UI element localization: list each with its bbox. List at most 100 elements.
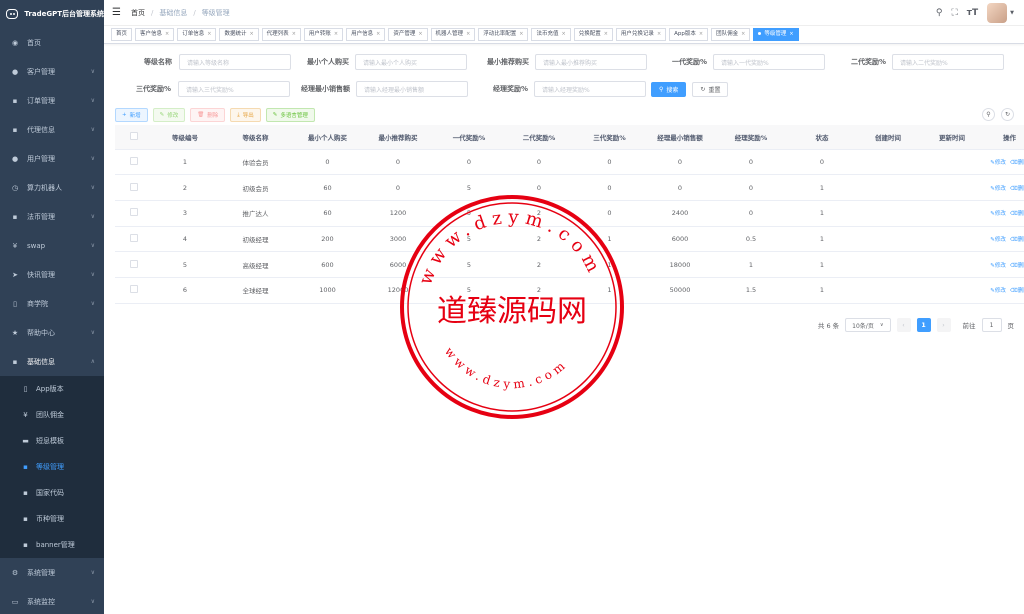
table-row[interactable]: 1体验会员00000000✎修改⌫删除 bbox=[115, 149, 1024, 176]
toggle-search-icon[interactable]: ⚲ bbox=[982, 108, 995, 121]
row-delete-button[interactable]: ⌫删除 bbox=[1010, 263, 1024, 269]
row-edit-button[interactable]: ✎修改 bbox=[990, 186, 1006, 192]
tag-item[interactable]: 数据统计 × bbox=[219, 28, 259, 41]
checkbox[interactable] bbox=[129, 182, 138, 191]
sidebar-subitem-level-management[interactable]: ▪ 等级管理 bbox=[0, 454, 104, 480]
edit-button[interactable]: ✎ 修改 bbox=[152, 108, 186, 122]
sidebar-subitem-country-code[interactable]: ▪ 国家代码 bbox=[0, 480, 104, 506]
close-icon[interactable]: × bbox=[604, 31, 608, 37]
sidebar-item-customers[interactable]: ● 客户管理 ∨ bbox=[0, 57, 104, 86]
row-delete-button[interactable]: ⌫删除 bbox=[1010, 237, 1024, 243]
brand[interactable]: TradeGPT后台管理系统 bbox=[0, 0, 104, 28]
row-checkbox-cell[interactable] bbox=[115, 174, 152, 201]
breadcrumb-home[interactable]: 首页 bbox=[131, 8, 145, 18]
tag-item[interactable]: 用户信息 × bbox=[346, 28, 386, 41]
delete-button[interactable]: 🗑 删除 bbox=[190, 108, 226, 122]
sidebar-subitem-app-version[interactable]: ▯ App版本 bbox=[0, 376, 104, 402]
table-row[interactable]: 5高级经理60060005211800011✎修改⌫删除 bbox=[115, 251, 1024, 278]
caret-down-icon[interactable]: ▼ bbox=[1010, 10, 1014, 16]
close-icon[interactable]: × bbox=[207, 31, 211, 37]
avatar[interactable] bbox=[987, 3, 1008, 23]
tag-item-active[interactable]: 等级管理 × bbox=[753, 28, 799, 41]
row-checkbox-cell[interactable] bbox=[115, 149, 152, 176]
row-checkbox-cell[interactable] bbox=[115, 251, 152, 278]
row-edit-button[interactable]: ✎修改 bbox=[990, 263, 1006, 269]
tag-item[interactable]: 客户信息 × bbox=[135, 28, 175, 41]
close-icon[interactable]: × bbox=[741, 31, 745, 37]
checkbox[interactable] bbox=[129, 233, 138, 242]
sidebar-item-help[interactable]: ★ 帮助中心 ∨ bbox=[0, 318, 104, 347]
sidebar-item-academy[interactable]: ▯ 商学院 ∨ bbox=[0, 289, 104, 318]
row-edit-button[interactable]: ✎修改 bbox=[990, 237, 1006, 243]
tag-item[interactable]: 用户兑换记录 × bbox=[615, 28, 667, 41]
first-reward-input[interactable]: 请输入一代奖励% bbox=[713, 54, 825, 70]
sidebar-item-agents[interactable]: ▪ 代理信息 ∨ bbox=[0, 115, 104, 144]
tag-item[interactable]: 团队佣金 × bbox=[711, 28, 751, 41]
sidebar-item-system[interactable]: ⚙ 系统管理 ∨ bbox=[0, 558, 104, 587]
row-edit-button[interactable]: ✎修改 bbox=[990, 160, 1006, 166]
row-delete-button[interactable]: ⌫删除 bbox=[1010, 211, 1024, 217]
checkbox[interactable] bbox=[129, 131, 138, 140]
search-icon[interactable]: ⚲ bbox=[936, 8, 943, 18]
table-row[interactable]: 6全球经理100012000521500001.51✎修改⌫删除 bbox=[115, 277, 1024, 304]
close-icon[interactable]: × bbox=[789, 31, 793, 37]
row-checkbox-cell[interactable] bbox=[115, 226, 152, 253]
close-icon[interactable]: × bbox=[699, 31, 703, 37]
tag-item[interactable]: 用户转账 × bbox=[303, 28, 344, 41]
row-edit-button[interactable]: ✎修改 bbox=[990, 211, 1006, 217]
close-icon[interactable]: × bbox=[165, 31, 169, 37]
second-reward-input[interactable]: 请输入二代奖励% bbox=[892, 54, 1004, 70]
close-icon[interactable]: × bbox=[562, 31, 566, 37]
row-delete-button[interactable]: ⌫删除 bbox=[1010, 186, 1024, 192]
sidebar-subitem-currency[interactable]: ▪ 币种管理 bbox=[0, 506, 104, 532]
reset-button[interactable]: ↻ 重置 bbox=[692, 81, 729, 97]
table-row[interactable]: 4初级经理200300052160000.51✎修改⌫删除 bbox=[115, 226, 1024, 253]
next-page-button[interactable]: › bbox=[936, 318, 951, 332]
tag-item[interactable]: 订单信息 × bbox=[177, 28, 217, 41]
sidebar-item-robots[interactable]: ◷ 算力机器人 ∨ bbox=[0, 173, 104, 202]
tag-item[interactable]: 首页 bbox=[111, 28, 133, 41]
row-edit-button[interactable]: ✎修改 bbox=[990, 288, 1006, 294]
sidebar-subitem-sms-template[interactable]: ▬ 短息模板 bbox=[0, 428, 104, 454]
close-icon[interactable]: × bbox=[292, 31, 296, 37]
tag-item[interactable]: 浮动比率配置 × bbox=[478, 28, 529, 41]
tag-item[interactable]: 机器人管理 × bbox=[430, 28, 476, 41]
close-icon[interactable]: × bbox=[519, 31, 523, 37]
sidebar-item-swap[interactable]: ¥ swap ∨ bbox=[0, 231, 104, 260]
table-row[interactable]: 2初级会员600500001✎修改⌫删除 bbox=[115, 174, 1024, 201]
sidebar-item-news[interactable]: ➤ 快讯管理 ∨ bbox=[0, 260, 104, 289]
close-icon[interactable]: × bbox=[376, 31, 380, 37]
sidebar-item-fiat[interactable]: ▪ 法币管理 ∨ bbox=[0, 202, 104, 231]
checkbox[interactable] bbox=[129, 285, 138, 294]
sidebar-item-home[interactable]: ◉ 首页 bbox=[0, 28, 104, 57]
prev-page-button[interactable]: ‹ bbox=[896, 318, 911, 332]
min-personal-input[interactable]: 请输入最小个人购买 bbox=[355, 54, 467, 70]
sidebar-item-orders[interactable]: ▪ 订单管理 ∨ bbox=[0, 86, 104, 115]
hamburger-icon[interactable]: ☰ bbox=[112, 7, 121, 18]
min-referral-input[interactable]: 请输入最小推荐购买 bbox=[535, 54, 647, 70]
fullscreen-icon[interactable]: ⛶ bbox=[951, 8, 957, 18]
sidebar-item-monitor[interactable]: ▭ 系统监控 ∨ bbox=[0, 587, 104, 614]
third-reward-input[interactable]: 请输入三代奖励% bbox=[178, 81, 290, 97]
search-button[interactable]: ⚲ 搜索 bbox=[651, 81, 687, 97]
tag-item[interactable]: 兑换配置 × bbox=[573, 28, 613, 41]
checkbox[interactable] bbox=[129, 259, 138, 268]
multilang-button[interactable]: ✎ 多语言管理 bbox=[265, 108, 315, 122]
add-button[interactable]: + 新增 bbox=[115, 108, 148, 122]
row-checkbox-cell[interactable] bbox=[115, 277, 152, 304]
tag-item[interactable]: 资产管理 × bbox=[388, 28, 428, 41]
sidebar-subitem-team-commission[interactable]: ¥ 团队佣金 bbox=[0, 402, 104, 428]
export-button[interactable]: ⤓ 导出 bbox=[230, 108, 261, 122]
checkbox[interactable] bbox=[129, 156, 138, 165]
sidebar-subitem-banner[interactable]: ▪ banner管理 bbox=[0, 532, 104, 558]
row-delete-button[interactable]: ⌫删除 bbox=[1010, 288, 1024, 294]
close-icon[interactable]: × bbox=[418, 31, 422, 37]
sidebar-item-basic-info[interactable]: ▪ 基础信息 ∧ bbox=[0, 347, 104, 376]
level-name-input[interactable]: 请输入等级名称 bbox=[179, 54, 291, 70]
table-row[interactable]: 3推广达人601200520240001✎修改⌫删除 bbox=[115, 200, 1024, 227]
checkbox[interactable] bbox=[129, 208, 138, 217]
manager-reward-input[interactable]: 请输入经理奖励% bbox=[534, 81, 646, 97]
tag-item[interactable]: 代理列表 × bbox=[261, 28, 301, 41]
close-icon[interactable]: × bbox=[466, 31, 470, 37]
tag-item[interactable]: 法币充值 × bbox=[531, 28, 571, 41]
